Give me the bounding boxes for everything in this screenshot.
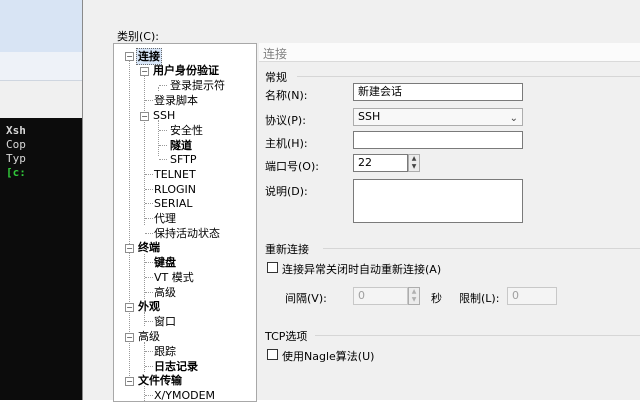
protocol-value: SSH	[358, 110, 381, 123]
tree-item-ssh[interactable]: SSH	[153, 108, 175, 123]
port-field[interactable]: 22	[353, 154, 408, 172]
tree-item-appearance[interactable]: 外观	[138, 299, 160, 314]
tree-connector	[159, 130, 167, 131]
collapse-icon[interactable]: −	[125, 244, 134, 253]
tree-connector	[144, 386, 145, 401]
tree-connector	[144, 342, 145, 372]
tree-connector	[159, 145, 167, 146]
spin-up-icon[interactable]: ▲	[409, 288, 419, 296]
collapse-icon[interactable]: −	[140, 67, 149, 76]
tree-item-tunnel[interactable]: 隧道	[170, 138, 192, 153]
reconnect-group-title: 重新连接	[265, 243, 309, 256]
tree-connector	[158, 120, 159, 156]
tree-item-security[interactable]: 安全性	[170, 123, 203, 138]
background-tabstrip	[0, 0, 82, 52]
terminal-area[interactable]: Xsh Cop Typ [c:	[0, 118, 82, 400]
interval-field[interactable]: 0	[353, 287, 408, 305]
tree-item-logging[interactable]: 日志记录	[154, 359, 198, 374]
tree-item-rlogin[interactable]: RLOGIN	[154, 182, 196, 197]
tree-item-terminal[interactable]: 终端	[138, 240, 160, 255]
group-divider	[315, 335, 640, 336]
tree-connector	[145, 189, 153, 190]
tree-item-file-transfer[interactable]: 文件传输	[138, 373, 182, 388]
tree-connector	[145, 262, 153, 263]
tree-item-serial[interactable]: SERIAL	[154, 196, 192, 211]
tree-item-proxy[interactable]: 代理	[154, 211, 176, 226]
tree-connector	[145, 395, 153, 396]
auto-reconnect-label[interactable]: 连接异常关闭时自动重新连接(A)	[282, 261, 441, 277]
host-field[interactable]	[353, 131, 523, 149]
terminal-prompt: [c:	[6, 166, 26, 179]
tree-connector	[144, 312, 145, 326]
tree-item-keyboard[interactable]: 键盘	[154, 255, 176, 270]
tree-item-login-prompt[interactable]: 登录提示符	[170, 78, 225, 93]
nagle-label[interactable]: 使用Nagle算法(U)	[282, 348, 374, 364]
limit-label: 限制(L):	[459, 292, 500, 305]
name-field[interactable]: 新建会话	[353, 83, 523, 101]
tree-connector	[145, 351, 153, 352]
seconds-label: 秒	[431, 292, 442, 305]
port-label: 端口号(O):	[265, 160, 319, 173]
tree-connector	[144, 71, 145, 225]
interval-spinner[interactable]: ▲ ▼	[408, 287, 420, 305]
spin-down-icon[interactable]: ▼	[409, 296, 419, 304]
panel-header: 连接	[259, 43, 640, 62]
collapse-icon[interactable]: −	[125, 303, 134, 312]
general-group-title: 常规	[265, 71, 287, 84]
session-properties-dialog: 类别(C): − 连接 − 用户身份验证 登录提示符 登录脚本 − SSH 安全…	[82, 0, 640, 402]
description-label: 说明(D):	[265, 185, 308, 198]
tree-item-sftp[interactable]: SFTP	[170, 152, 196, 167]
tree-item-terminal-advanced[interactable]: 高级	[154, 285, 176, 300]
tree-connector	[145, 218, 153, 219]
group-divider	[323, 248, 640, 249]
collapse-icon[interactable]: −	[140, 112, 149, 121]
interval-label: 间隔(V):	[285, 292, 327, 305]
tree-connector	[145, 100, 153, 101]
collapse-icon[interactable]: −	[125, 333, 134, 342]
background-toolbar	[0, 52, 82, 81]
collapse-icon[interactable]: −	[125, 52, 134, 61]
tree-item-advanced[interactable]: 高级	[138, 329, 160, 344]
terminal-line: Typ	[6, 152, 26, 165]
category-label: 类别(C):	[117, 30, 159, 43]
description-field[interactable]	[353, 179, 523, 223]
tree-connector	[145, 174, 153, 175]
tree-connector	[145, 277, 153, 278]
tree-item-user-auth[interactable]: 用户身份验证	[153, 63, 219, 78]
terminal-line: Cop	[6, 138, 26, 151]
tree-item-keepalive[interactable]: 保持活动状态	[154, 226, 220, 241]
auto-reconnect-checkbox[interactable]	[267, 262, 278, 273]
tree-item-login-script[interactable]: 登录脚本	[154, 93, 198, 108]
nagle-checkbox[interactable]	[267, 349, 278, 360]
collapse-icon[interactable]: −	[125, 377, 134, 386]
tree-connector	[145, 233, 153, 234]
port-spinner[interactable]: ▲ ▼	[408, 154, 420, 172]
tree-connector	[158, 87, 159, 91]
host-label: 主机(H):	[265, 137, 308, 150]
tree-connector	[145, 203, 153, 204]
name-label: 名称(N):	[265, 89, 308, 102]
tree-connector	[145, 366, 153, 367]
tree-connector	[145, 292, 153, 293]
protocol-dropdown[interactable]: SSH ⌄	[353, 108, 523, 126]
tree-item-window[interactable]: 窗口	[154, 314, 176, 329]
panel-title: 连接	[263, 47, 288, 61]
tree-item-trace[interactable]: 跟踪	[154, 344, 176, 359]
protocol-label: 协议(P):	[265, 114, 306, 127]
tree-connector	[159, 85, 167, 86]
category-tree[interactable]: − 连接 − 用户身份验证 登录提示符 登录脚本 − SSH 安全性 隧道 SF…	[113, 43, 257, 402]
tree-connector	[145, 321, 153, 322]
spin-up-icon[interactable]: ▲	[409, 155, 419, 163]
tree-item-telnet[interactable]: TELNET	[154, 167, 196, 182]
spin-down-icon[interactable]: ▼	[409, 163, 419, 171]
group-divider	[297, 76, 640, 77]
limit-field[interactable]: 0	[507, 287, 557, 305]
tcp-group-title: TCP选项	[265, 330, 308, 343]
settings-panel: 连接 常规 名称(N): 新建会话 协议(P): SSH ⌄ 主机(H): 端口…	[257, 43, 640, 400]
chevron-down-icon: ⌄	[509, 113, 518, 124]
terminal-line: Xsh	[6, 124, 26, 137]
tree-connector	[159, 159, 167, 160]
tree-item-vt-mode[interactable]: VT 模式	[154, 270, 194, 285]
